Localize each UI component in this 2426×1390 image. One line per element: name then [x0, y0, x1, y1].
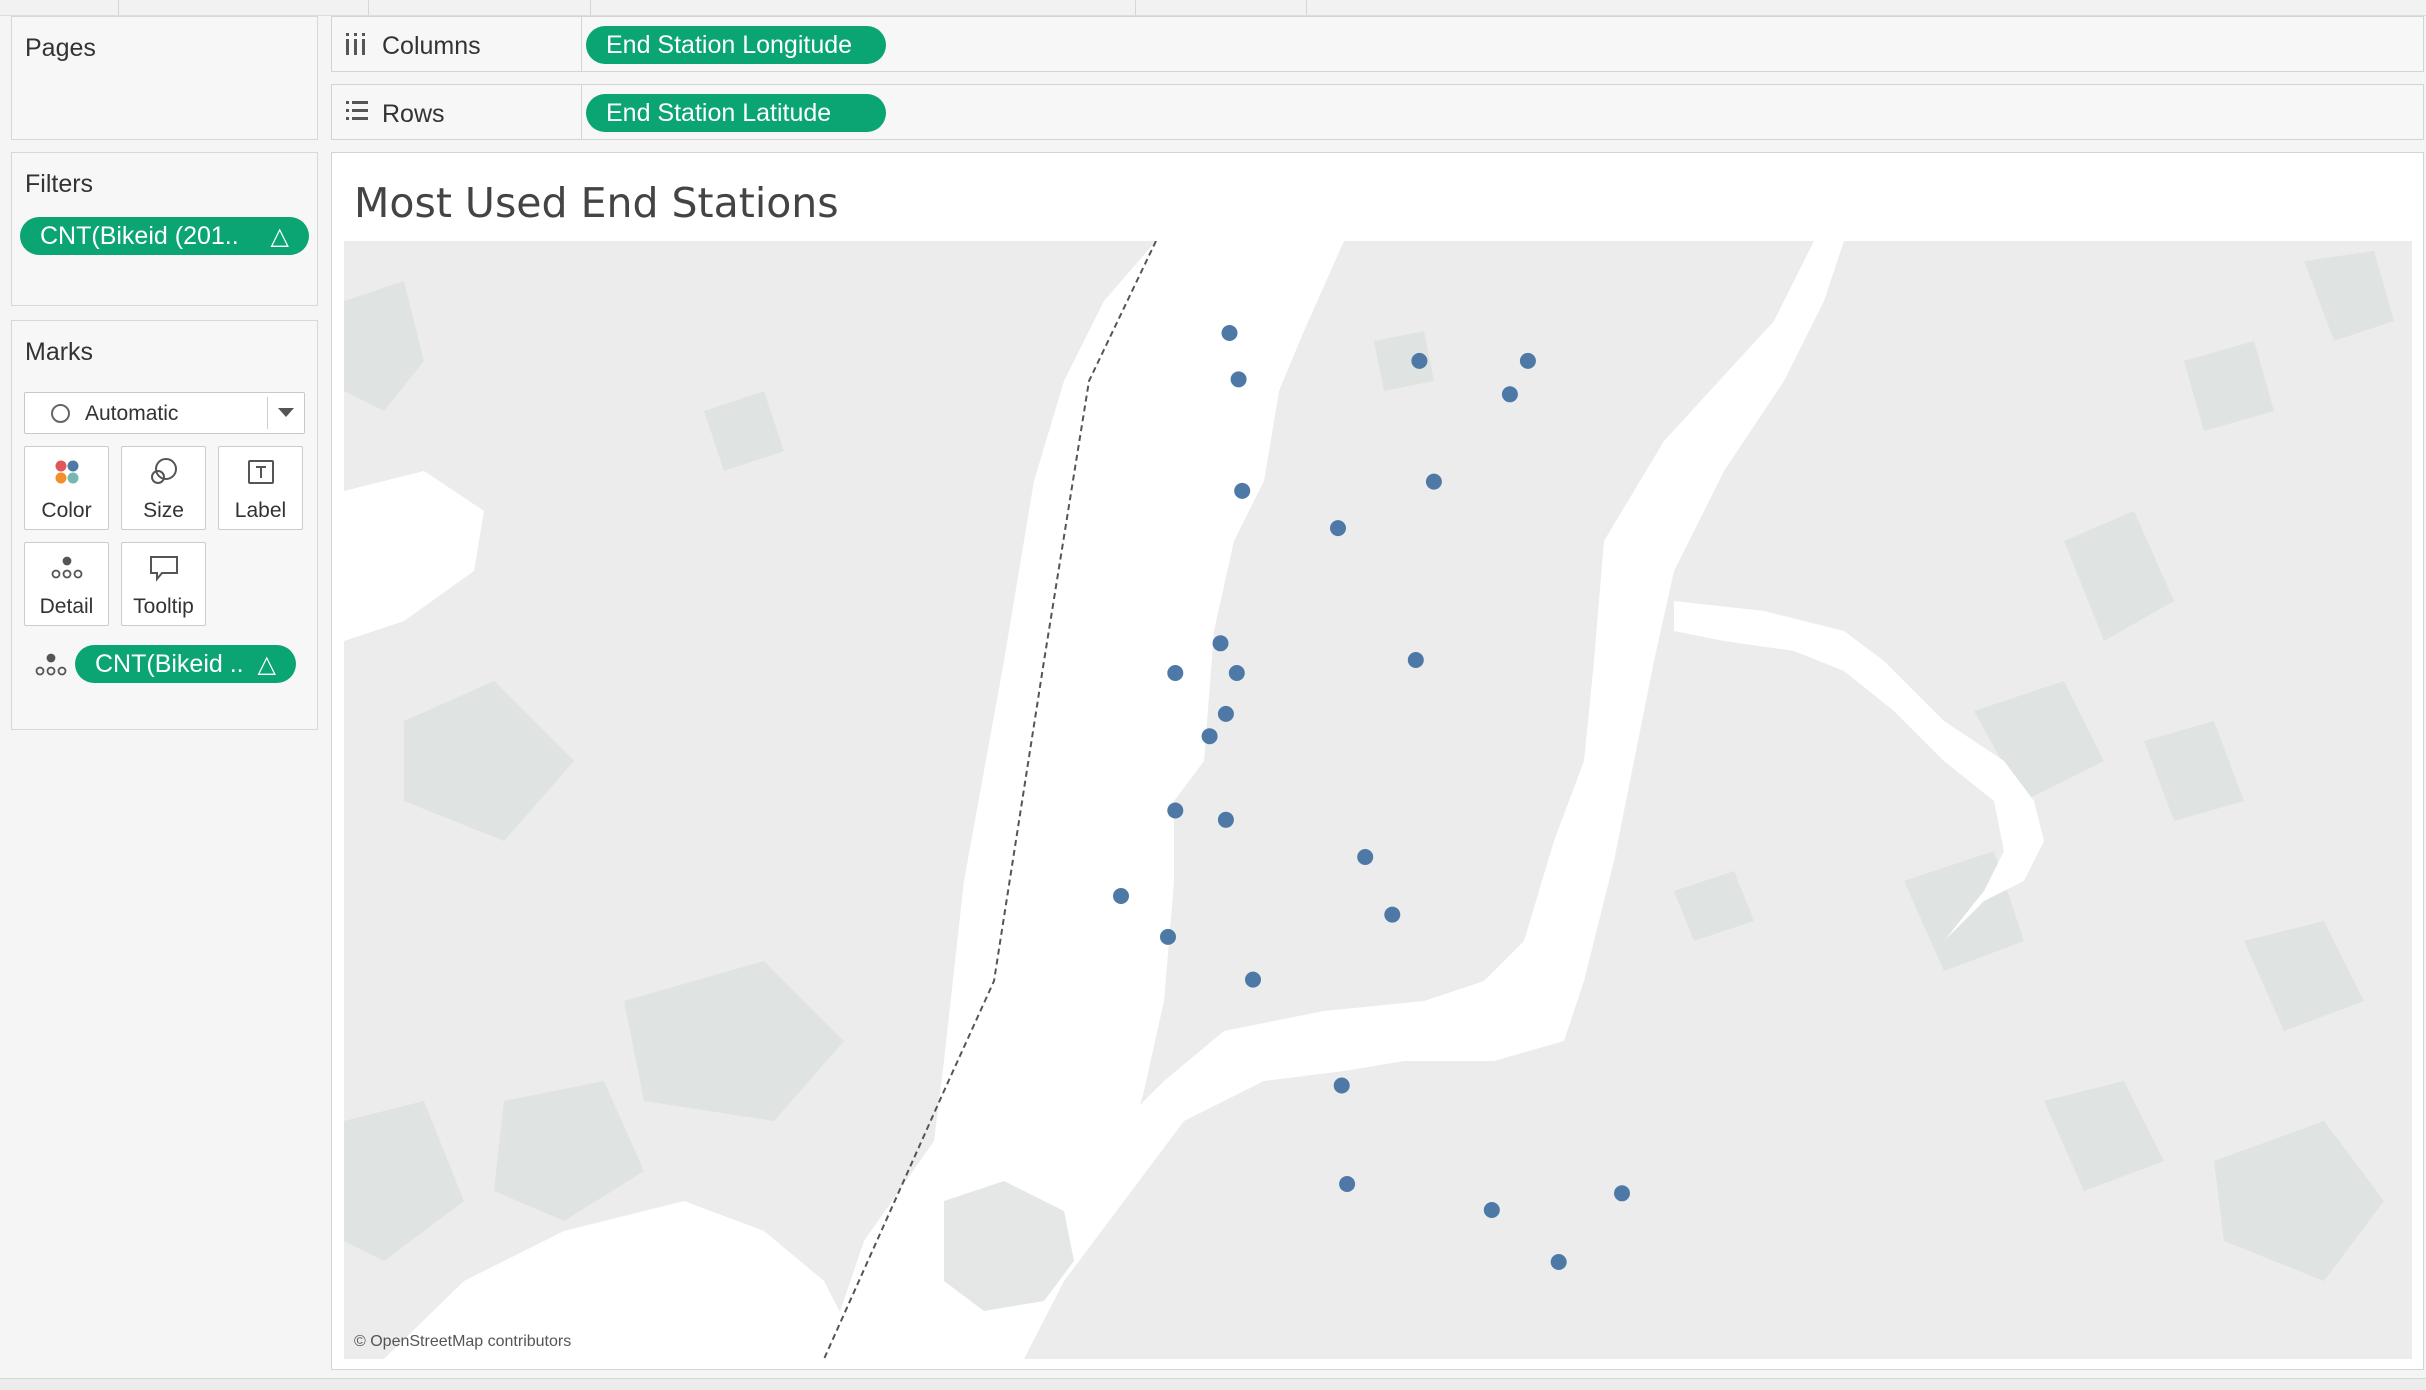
delta-icon: △ — [270, 222, 289, 250]
rows-pill-label: End Station Latitude — [606, 98, 832, 127]
station-point[interactable] — [1228, 665, 1245, 681]
station-point[interactable] — [1217, 811, 1234, 828]
detail-pill-label: CNT(Bikeid .. — [95, 649, 244, 678]
station-point[interactable] — [1501, 386, 1518, 403]
strip-divider — [118, 0, 119, 15]
station-point[interactable] — [1614, 1185, 1630, 1202]
rows-label: Rows — [382, 100, 445, 128]
filters-title: Filters — [25, 170, 94, 198]
delta-icon: △ — [257, 650, 276, 678]
columns-pill[interactable]: End Station Longitude — [586, 26, 886, 64]
viz-title[interactable]: Most Used End Stations — [354, 179, 839, 227]
map-canvas[interactable] — [344, 241, 2412, 1359]
columns-label: Columns — [382, 32, 481, 60]
filters-card[interactable]: Filters CNT(Bikeid (201.. △ — [11, 152, 318, 306]
circle-mark-icon — [51, 404, 70, 423]
station-point[interactable] — [1221, 325, 1238, 341]
bottom-tab-strip — [0, 1378, 2426, 1390]
label-button[interactable]: Label — [218, 446, 303, 530]
color-button[interactable]: Color — [24, 446, 109, 530]
columns-pill-label: End Station Longitude — [606, 30, 853, 59]
strip-divider — [368, 0, 369, 15]
detail-pill[interactable]: CNT(Bikeid .. △ — [75, 645, 296, 683]
station-point[interactable] — [1230, 371, 1247, 388]
station-point[interactable] — [1411, 352, 1428, 369]
pages-card[interactable]: Pages — [11, 16, 318, 140]
color-label: Color — [41, 499, 92, 522]
top-tab-strip — [0, 0, 2426, 16]
label-icon — [219, 457, 302, 487]
station-point[interactable] — [1160, 928, 1176, 945]
columns-shelf[interactable]: Columns End Station Longitude — [331, 16, 2424, 72]
land-background — [344, 241, 2412, 1359]
station-point[interactable] — [1212, 635, 1229, 652]
strip-divider — [1135, 0, 1136, 15]
columns-icon — [344, 31, 368, 62]
station-point[interactable] — [1550, 1254, 1567, 1270]
pages-title: Pages — [25, 34, 96, 62]
rows-pill[interactable]: End Station Latitude — [586, 94, 886, 132]
station-point[interactable] — [1357, 849, 1374, 865]
detail-icon — [34, 652, 68, 683]
station-point[interactable] — [1167, 802, 1184, 819]
size-label: Size — [143, 499, 184, 522]
station-point[interactable] — [1425, 473, 1442, 490]
mark-type-select[interactable]: Automatic — [24, 392, 305, 434]
size-icon — [122, 457, 205, 487]
map-view[interactable]: © OpenStreetMap contributors — [344, 241, 2412, 1359]
station-point[interactable] — [1333, 1077, 1350, 1094]
strip-divider — [1306, 0, 1307, 15]
rows-shelf[interactable]: Rows End Station Latitude — [331, 84, 2424, 140]
size-button[interactable]: Size — [121, 446, 206, 530]
tooltip-label: Tooltip — [133, 595, 194, 618]
detail-button[interactable]: Detail — [24, 542, 109, 626]
rows-icon — [344, 99, 370, 128]
filter-pill[interactable]: CNT(Bikeid (201.. △ — [20, 217, 309, 255]
detail-icon — [25, 553, 108, 583]
marks-title: Marks — [25, 338, 94, 366]
rows-shelf-label: Rows — [332, 85, 582, 139]
station-point[interactable] — [1483, 1202, 1500, 1218]
strip-divider — [590, 0, 591, 15]
color-icon — [25, 457, 108, 487]
station-point[interactable] — [1245, 971, 1261, 988]
detail-label: Detail — [39, 595, 94, 618]
dropdown-divider — [267, 397, 268, 429]
station-point[interactable] — [1384, 906, 1401, 923]
station-point[interactable] — [1234, 482, 1251, 499]
station-point[interactable] — [1167, 665, 1184, 681]
chevron-down-icon[interactable] — [278, 408, 294, 417]
station-point[interactable] — [1330, 520, 1346, 537]
label-label: Label — [234, 499, 287, 522]
station-point[interactable] — [1113, 888, 1129, 904]
station-point[interactable] — [1519, 352, 1536, 369]
tooltip-button[interactable]: Tooltip — [121, 542, 206, 626]
filter-pill-label: CNT(Bikeid (201.. — [40, 221, 239, 250]
mark-type-value: Automatic — [85, 402, 179, 425]
viz-pane: Most Used End Stations © OpenStreetMap c… — [331, 152, 2424, 1370]
tooltip-icon — [122, 553, 205, 583]
station-point[interactable] — [1217, 705, 1234, 722]
station-point[interactable] — [1407, 652, 1424, 668]
map-attribution: © OpenStreetMap contributors — [354, 1333, 572, 1350]
station-point[interactable] — [1201, 728, 1218, 745]
columns-shelf-label: Columns — [332, 17, 582, 71]
station-point[interactable] — [1339, 1176, 1356, 1192]
